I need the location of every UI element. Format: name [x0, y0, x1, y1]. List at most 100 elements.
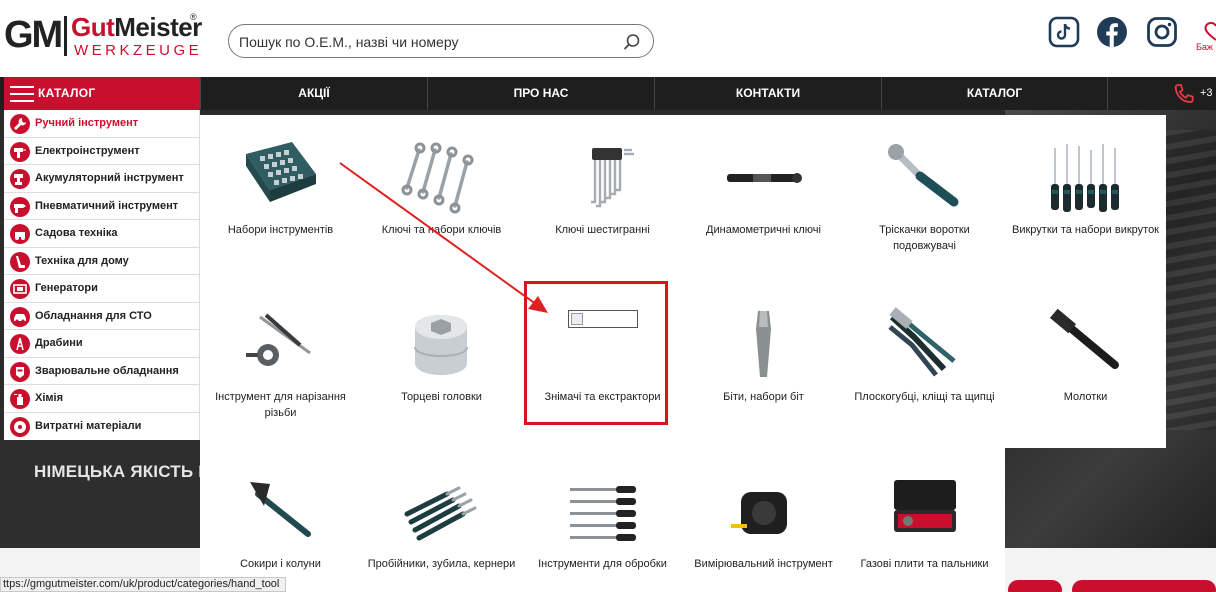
category-tile-screwdrivers[interactable]: Викрутки та набори викруток: [1005, 140, 1166, 260]
sidebar-item-label: Ручний інструмент: [35, 117, 139, 129]
favorites-label[interactable]: Баж: [1196, 42, 1213, 52]
battery-drill-icon: [10, 169, 30, 189]
category-tile-bits[interactable]: Біти, набори біт: [683, 307, 844, 427]
tape-measure-image: [731, 492, 787, 534]
category-tile-label: Викрутки та набори викруток: [1012, 224, 1159, 236]
catalog-menu-button[interactable]: КАТАЛОГ: [4, 77, 200, 110]
sidebar-item-power-tools[interactable]: Електроінструмент: [4, 138, 200, 165]
category-tile-finishing-tools[interactable]: Інструменти для обробки: [522, 474, 683, 592]
screwdriver-set-image: [1051, 144, 1119, 212]
category-tile-hammers[interactable]: Молотки: [1005, 307, 1166, 427]
welding-mask-icon: [10, 361, 30, 382]
hero-banner-left: [0, 440, 200, 548]
category-tile-label: Ключі та набори ключів: [381, 224, 502, 236]
search-box: [228, 24, 654, 58]
category-tile-punches-chisels[interactable]: Пробійники, зубила, кернери: [361, 474, 522, 592]
category-tile-pliers[interactable]: Плоскогубці, кліщі та щипці: [844, 307, 1005, 427]
tap-die-image: [246, 313, 311, 366]
hamburger-icon: [10, 86, 34, 102]
sidebar-item-garden[interactable]: Садова техніка: [4, 220, 200, 248]
category-tile-label: Пробійники, зубила, кернери: [367, 558, 516, 570]
search-icon[interactable]: [623, 33, 641, 51]
spray-can-icon: [10, 389, 30, 409]
chisel-set-image: [404, 486, 477, 541]
mower-icon: [10, 224, 30, 244]
sidebar-item-label: Хімія: [35, 392, 64, 404]
category-tile-label: Набори інструментів: [227, 224, 334, 236]
logo-divider: [64, 16, 67, 56]
sidebar-item-label: Садова техніка: [35, 227, 118, 239]
sidebar-item-label: Техніка для дому: [35, 254, 129, 267]
phone-icon[interactable]: [1172, 82, 1196, 106]
category-tile-hex-keys[interactable]: Ключі шестигранні: [522, 140, 683, 260]
category-tile-wrenches[interactable]: Ключі та набори ключів: [361, 140, 522, 260]
category-tile-label: Інструменти для обробки: [538, 558, 667, 570]
drill-icon: [10, 141, 30, 162]
sidebar-item-cordless-tools[interactable]: Акумуляторний інструмент: [4, 165, 200, 193]
nav-item-catalog[interactable]: КАТАЛОГ: [881, 77, 1107, 110]
category-tile-label: Біти, набори біт: [723, 391, 804, 403]
site-header: GM GutMeister ® WERKZEUGE Баж: [0, 0, 1216, 77]
hammer-image: [1049, 308, 1119, 369]
brand-logo[interactable]: GM GutMeister ® WERKZEUGE: [4, 10, 203, 62]
logo-brand-a: Gut: [71, 12, 115, 42]
ladder-icon: [10, 334, 30, 354]
category-tile-sockets[interactable]: Торцеві головки: [361, 307, 522, 427]
sidebar-item-pneumatic-tools[interactable]: Пневматичний інструмент: [4, 193, 200, 220]
pliers-set-image: [888, 307, 956, 377]
browser-status-url: ttps://gmgutmeister.com/uk/product/categ…: [0, 577, 287, 592]
category-tile-label: Газові плити та пальники: [860, 558, 989, 570]
sidebar-item-label: Обладнання для СТО: [35, 309, 152, 322]
sidebar-item-label: Драбини: [35, 337, 83, 349]
category-tile-label: Ключі шестигранні: [555, 224, 650, 236]
vacuum-icon: [10, 251, 30, 272]
category-tile-gas-burners[interactable]: Газові плити та пальники: [844, 474, 1005, 592]
bit-image: [756, 311, 771, 377]
category-tile-label: Молотки: [1063, 391, 1108, 403]
category-tile-threading-tools[interactable]: Інструмент для нарізання різьби: [200, 307, 361, 427]
torque-wrench-image: [727, 173, 802, 183]
wrench-icon: [10, 114, 30, 134]
gas-burner-case-image: [894, 480, 956, 532]
category-tile-axes[interactable]: Сокири і колуни: [200, 474, 361, 592]
ratchet-image: [888, 144, 959, 207]
nav-phone-text[interactable]: +3: [1200, 87, 1213, 99]
hex-key-set-image: [591, 148, 634, 208]
search-input[interactable]: [239, 31, 619, 53]
car-icon: [10, 306, 30, 327]
tool-set-case-image: [246, 142, 316, 202]
sidebar-item-label: Пневматичний інструмент: [35, 199, 179, 212]
nav-item-about[interactable]: ПРО НАС: [427, 77, 654, 110]
annotation-highlight-box: [524, 281, 668, 425]
category-tile-tool-sets[interactable]: Набори інструментів: [200, 140, 361, 260]
sidebar-item-hand-tools[interactable]: Ручний інструмент: [4, 110, 200, 138]
sidebar-item-consumables[interactable]: Витратні матеріали: [4, 413, 200, 441]
category-tile-label: Динамометричні ключі: [706, 224, 821, 236]
main-nav: КАТАЛОГ АКЦІЇ ПРО НАС КОНТАКТИ КАТАЛОГ +…: [0, 77, 1216, 110]
category-tile-measuring-tools[interactable]: Вимірювальний інструмент: [683, 474, 844, 592]
air-tool-icon: [10, 196, 30, 217]
sidebar-item-label: Зварювальне обладнання: [35, 364, 179, 377]
instagram-icon[interactable]: [1146, 16, 1178, 48]
promo-button[interactable]: [1072, 580, 1216, 592]
sidebar-item-ladders[interactable]: Драбини: [4, 330, 200, 358]
socket-image: [414, 315, 468, 375]
nav-item-promotions[interactable]: АКЦІЇ: [200, 77, 427, 110]
facebook-icon[interactable]: [1096, 16, 1128, 48]
category-tile-torque-wrenches[interactable]: Динамометричні ключі: [683, 140, 844, 260]
category-tile-label: Сокири і колуни: [240, 558, 321, 570]
sidebar-item-generators[interactable]: Генератори: [4, 275, 200, 303]
generator-icon: [10, 279, 30, 299]
category-tile-ratchets[interactable]: Тріскачки воротки подовжувачі: [844, 140, 1005, 260]
nav-item-contacts[interactable]: КОНТАКТИ: [654, 77, 881, 110]
promo-button[interactable]: [1008, 580, 1062, 592]
sidebar-item-chemicals[interactable]: Хімія: [4, 385, 200, 413]
tiktok-icon[interactable]: [1048, 16, 1080, 48]
sidebar-item-label: Витратні матеріали: [35, 419, 142, 432]
sidebar-item-garage-equipment[interactable]: Обладнання для СТО: [4, 303, 200, 330]
sidebar-item-welding[interactable]: Зварювальне обладнання: [4, 358, 200, 385]
sidebar-item-home-appliances[interactable]: Техніка для дому: [4, 248, 200, 275]
category-tile-label: Плоскогубці, кліщі та щипці: [854, 391, 995, 403]
logo-brand: GutMeister: [71, 12, 202, 43]
logo-sub: WERKZEUGE: [74, 42, 203, 59]
